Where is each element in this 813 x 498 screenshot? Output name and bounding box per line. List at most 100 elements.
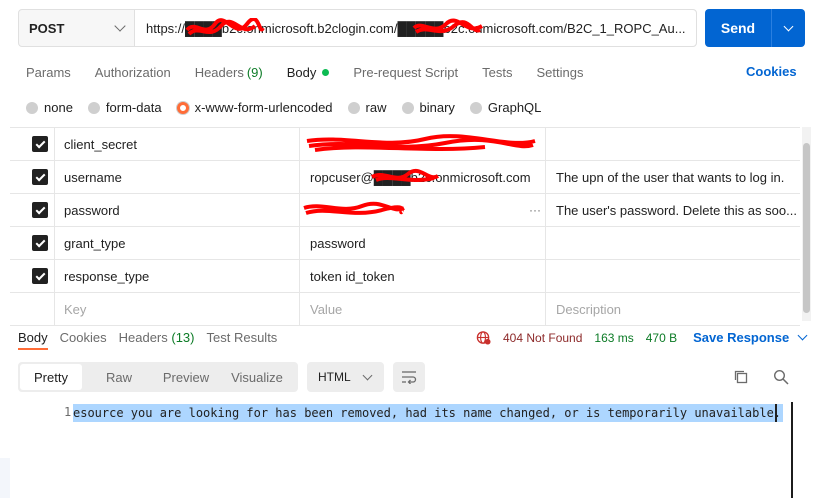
- tab-response-cookies[interactable]: Cookies: [60, 330, 107, 350]
- description-cell[interactable]: [546, 260, 800, 292]
- status-code[interactable]: 404 Not Found: [503, 331, 582, 345]
- globe-error-icon[interactable]: [476, 330, 491, 345]
- send-button[interactable]: Send: [705, 9, 805, 47]
- radio-form-data[interactable]: form-data: [87, 100, 162, 115]
- radio-icon: [401, 101, 414, 114]
- tab-tests[interactable]: Tests: [482, 64, 512, 80]
- search-button[interactable]: [772, 368, 790, 386]
- view-preview[interactable]: Preview: [156, 364, 216, 390]
- cookies-link[interactable]: Cookies: [746, 64, 797, 79]
- headers-count-badge: (13): [171, 330, 195, 345]
- check-icon: [35, 270, 45, 280]
- row-enabled-checkbox[interactable]: [32, 268, 48, 284]
- headers-count-badge: (9): [246, 64, 263, 80]
- key-cell[interactable]: response_type: [55, 260, 300, 292]
- radio-label: GraphQL: [487, 100, 542, 115]
- description-cell[interactable]: The upn of the user that wants to log in…: [546, 161, 800, 193]
- redaction-scribble-icon: [185, 18, 265, 36]
- check-icon: [35, 138, 45, 148]
- tab-label: Params: [26, 64, 71, 80]
- code-gutter: 1: [18, 403, 74, 421]
- tab-response-body[interactable]: Body: [18, 330, 48, 350]
- radio-icon: [87, 101, 100, 114]
- value-cell[interactable]: token id_token: [300, 260, 546, 292]
- tab-authorization[interactable]: Authorization: [95, 64, 171, 80]
- radio-label: raw: [365, 100, 387, 115]
- active-dot-icon: [322, 68, 330, 76]
- radio-label: x-www-form-urlencoded: [194, 100, 333, 115]
- save-response-label: Save Response: [693, 330, 790, 345]
- row-enabled-checkbox[interactable]: [32, 169, 48, 185]
- chevron-down-icon: [783, 21, 794, 31]
- response-body-text[interactable]: esource you are looking for has been rem…: [73, 404, 784, 422]
- save-response-button[interactable]: Save Response: [693, 330, 808, 345]
- request-url-bar: POST https://████b2c.onmicrosoft.b2clogi…: [18, 9, 697, 47]
- tab-headers[interactable]: Headers (9): [195, 64, 263, 80]
- key-cell[interactable]: client_secret: [55, 128, 300, 160]
- view-mode-segmented: Pretty Raw Preview Visualize: [18, 362, 298, 392]
- method-select[interactable]: POST: [19, 10, 135, 46]
- request-tabs: Params Authorization Headers (9) Body Pre…: [26, 64, 607, 80]
- tab-label: Pre-request Script: [353, 64, 459, 80]
- tab-label: Headers: [194, 64, 244, 80]
- table-scrollbar-thumb[interactable]: [803, 143, 810, 313]
- row-enabled-checkbox[interactable]: [32, 235, 48, 251]
- value-cell[interactable]: password: [300, 227, 546, 259]
- radio-x-www-form-urlencoded[interactable]: x-www-form-urlencoded: [176, 100, 333, 115]
- text-cursor: [775, 404, 777, 422]
- redaction-scribble-icon: [303, 201, 405, 215]
- tab-label: Authorization: [94, 64, 171, 80]
- chevron-down-icon: [114, 20, 126, 32]
- radio-label: none: [44, 100, 73, 115]
- check-icon: [35, 204, 45, 214]
- view-visualize[interactable]: Visualize: [216, 364, 298, 390]
- search-icon: [773, 369, 789, 385]
- key-input[interactable]: Key: [55, 293, 300, 325]
- key-cell[interactable]: username: [55, 161, 300, 193]
- body-type-selector: none form-data x-www-form-urlencoded raw…: [26, 100, 556, 115]
- radio-icon: [347, 101, 360, 114]
- copy-button[interactable]: [732, 368, 750, 386]
- view-raw[interactable]: Raw: [82, 364, 156, 390]
- key-cell[interactable]: grant_type: [55, 227, 300, 259]
- table-row-new: Key Value Description: [10, 293, 800, 326]
- tab-label: Headers: [118, 330, 168, 345]
- response-time[interactable]: 163 ms: [594, 331, 633, 345]
- row-enabled-checkbox[interactable]: [32, 136, 48, 152]
- response-tabs: Body Cookies Headers (13) Test Results: [18, 330, 289, 350]
- tab-response-headers[interactable]: Headers (13): [119, 330, 195, 350]
- value-input[interactable]: Value: [300, 293, 546, 325]
- wrap-lines-button[interactable]: [393, 362, 425, 392]
- table-row: response_type token id_token: [10, 260, 800, 293]
- wrap-lines-icon: [402, 371, 417, 384]
- description-cell[interactable]: [546, 128, 800, 160]
- row-enabled-checkbox[interactable]: [32, 202, 48, 218]
- radio-raw[interactable]: raw: [347, 100, 387, 115]
- view-pretty[interactable]: Pretty: [20, 364, 82, 390]
- description-cell[interactable]: The user's password. Delete this as soo.…: [546, 194, 800, 226]
- tab-params[interactable]: Params: [26, 64, 71, 80]
- panel-edge: [0, 458, 10, 498]
- format-select[interactable]: HTML: [307, 362, 384, 392]
- response-size[interactable]: 470 B: [646, 331, 677, 345]
- description-cell[interactable]: [546, 227, 800, 259]
- more-icon[interactable]: ···: [529, 203, 541, 217]
- radio-binary[interactable]: binary: [401, 100, 455, 115]
- tab-label: Settings: [536, 64, 584, 80]
- tab-test-results[interactable]: Test Results: [207, 330, 278, 350]
- radio-icon: [26, 101, 38, 114]
- table-row: grant_type password: [10, 227, 800, 260]
- description-input[interactable]: Description: [546, 293, 800, 325]
- radio-none[interactable]: none: [26, 100, 73, 115]
- tab-body[interactable]: Body: [287, 64, 330, 80]
- code-scrollbar[interactable]: [791, 402, 793, 498]
- key-cell[interactable]: password: [55, 194, 300, 226]
- check-icon: [35, 237, 45, 247]
- tab-settings[interactable]: Settings: [536, 64, 583, 80]
- send-options-button[interactable]: [772, 9, 805, 47]
- tab-pre-request-script[interactable]: Pre-request Script: [353, 64, 458, 80]
- redaction-scribble-icon: [412, 18, 484, 34]
- params-table: client_secret username ropcuser@████b2c.…: [10, 127, 800, 326]
- radio-graphql[interactable]: GraphQL: [469, 100, 542, 115]
- tab-label: Body: [286, 64, 317, 80]
